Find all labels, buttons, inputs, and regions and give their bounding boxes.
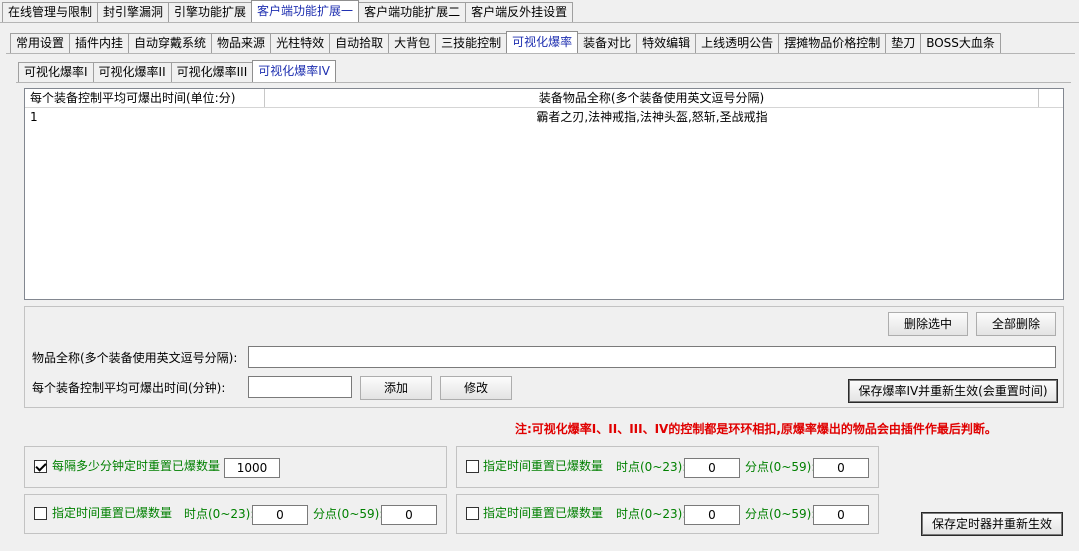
fixed1-hour-label: 时点(0~23): <box>184 507 255 521</box>
fixed3-hour-label: 时点(0~23): <box>616 507 687 521</box>
tab-mid-1[interactable]: 插件内挂 <box>69 33 130 53</box>
list-header: 每个装备控制平均可爆出时间(单位:分) 装备物品全称(多个装备使用英文逗号分隔) <box>25 89 1063 108</box>
fixed2-checkbox[interactable] <box>466 460 479 473</box>
fixed2-hour-label: 时点(0~23): <box>616 460 687 474</box>
fixed3-label: 指定时间重置已爆数量 <box>483 506 604 520</box>
fixed2-minute-label: 分点(0~59): <box>745 460 816 474</box>
column-header-time[interactable]: 每个装备控制平均可爆出时间(单位:分) <box>25 89 265 107</box>
fixed3-minute-label: 分点(0~59): <box>745 507 816 521</box>
tab-top-1[interactable]: 封引擎漏洞 <box>97 2 170 22</box>
tab-mid-6[interactable]: 大背包 <box>388 33 437 53</box>
fixed1-label: 指定时间重置已爆数量 <box>52 506 173 520</box>
fixed3-checkbox[interactable] <box>466 507 479 520</box>
items-label: 物品全称(多个装备使用英文逗号分隔): <box>32 351 238 365</box>
items-input[interactable] <box>248 346 1056 368</box>
tab-mid-5[interactable]: 自动拾取 <box>329 33 390 53</box>
fixed3-hour-input[interactable] <box>684 505 740 525</box>
column-header-items[interactable]: 装备物品全称(多个装备使用英文逗号分隔) <box>265 89 1039 107</box>
tab-top-2[interactable]: 引擎功能扩展 <box>168 2 253 22</box>
tab-top-5[interactable]: 客户端反外挂设置 <box>465 2 574 22</box>
tab-drop-rate-3[interactable]: 可视化爆率IV <box>252 60 337 82</box>
add-button[interactable]: 添加 <box>360 376 432 400</box>
tab-drop-rate-0[interactable]: 可视化爆率I <box>18 62 94 82</box>
row-items-cell: 霸者之刃,法神戒指,法神头盔,怒斩,圣战戒指 <box>536 110 768 124</box>
time-label: 每个装备控制平均可爆出时间(分钟): <box>32 381 226 395</box>
fixed3-minute-input[interactable] <box>813 505 869 525</box>
save-rate-iv-button[interactable]: 保存爆率IV并重新生效(会重置时间) <box>848 379 1058 403</box>
tab-mid-2[interactable]: 自动穿戴系统 <box>128 33 213 53</box>
interval-checkbox[interactable] <box>34 460 47 473</box>
save-timer-button[interactable]: 保存定时器并重新生效 <box>921 512 1063 536</box>
column-header-filler <box>1039 89 1063 107</box>
interval-label: 每隔多少分钟定时重置已爆数量 <box>52 459 221 473</box>
drop-rate-tab-divider <box>16 82 1071 83</box>
fixed2-minute-input[interactable] <box>813 458 869 478</box>
fixed2-label: 指定时间重置已爆数量 <box>483 459 604 473</box>
tab-top-4[interactable]: 客户端功能扩展二 <box>358 2 467 22</box>
tab-mid-7[interactable]: 三技能控制 <box>435 33 508 53</box>
fixed1-minute-label: 分点(0~59): <box>313 507 384 521</box>
tab-mid-8[interactable]: 可视化爆率 <box>506 31 579 53</box>
sub-tab-bar: 常用设置 插件内挂 自动穿戴系统 物品来源 光柱特效 自动拾取 大背包 三技能控制 可视化爆率装… <box>10 31 1001 53</box>
tab-drop-rate-2[interactable]: 可视化爆率III <box>170 62 254 82</box>
tab-mid-0[interactable]: 常用设置 <box>10 33 71 53</box>
tab-drop-rate-1[interactable]: 可视化爆率II <box>92 62 172 82</box>
tab-mid-13[interactable]: 垫刀 <box>885 33 922 53</box>
modify-button[interactable]: 修改 <box>440 376 512 400</box>
row-time-cell: 1 <box>30 110 38 124</box>
fixed2-hour-input[interactable] <box>684 458 740 478</box>
tab-mid-14[interactable]: BOSS大血条 <box>920 33 1001 53</box>
tab-top-0[interactable]: 在线管理与限制 <box>2 2 99 22</box>
tab-mid-12[interactable]: 摆摊物品价格控制 <box>778 33 887 53</box>
fixed1-minute-input[interactable] <box>381 505 437 525</box>
main-tab-divider <box>0 22 1079 23</box>
sub-tab-divider <box>6 53 1075 54</box>
main-tab-bar: 在线管理与限制 封引擎漏洞 引擎功能扩展 客户端功能扩展一 客户端功能扩展二 客户端反外挂… <box>2 0 574 22</box>
time-input[interactable] <box>248 376 352 398</box>
tab-mid-11[interactable]: 上线透明公告 <box>695 33 780 53</box>
drop-rate-tab-bar: 可视化爆率I 可视化爆率II 可视化爆率III 可视化爆率IV <box>18 60 337 82</box>
tab-mid-4[interactable]: 光柱特效 <box>270 33 331 53</box>
tab-top-3[interactable]: 客户端功能扩展一 <box>251 0 360 22</box>
delete-selected-button[interactable]: 删除选中 <box>888 312 968 336</box>
fixed1-hour-input[interactable] <box>252 505 308 525</box>
tab-mid-10[interactable]: 特效编辑 <box>636 33 697 53</box>
warning-note: 注:可视化爆率I、II、III、IV的控制都是环环相扣,原爆率爆出的物品会由插件… <box>515 422 997 436</box>
fixed1-checkbox[interactable] <box>34 507 47 520</box>
table-row[interactable]: 1 霸者之刃,法神戒指,法神头盔,怒斩,圣战戒指 <box>25 108 1063 126</box>
tab-mid-9[interactable]: 装备对比 <box>577 33 638 53</box>
delete-all-button[interactable]: 全部删除 <box>976 312 1056 336</box>
interval-minutes-input[interactable] <box>224 458 280 478</box>
tab-mid-3[interactable]: 物品来源 <box>211 33 272 53</box>
drop-rate-list[interactable]: 每个装备控制平均可爆出时间(单位:分) 装备物品全称(多个装备使用英文逗号分隔)… <box>24 88 1064 300</box>
